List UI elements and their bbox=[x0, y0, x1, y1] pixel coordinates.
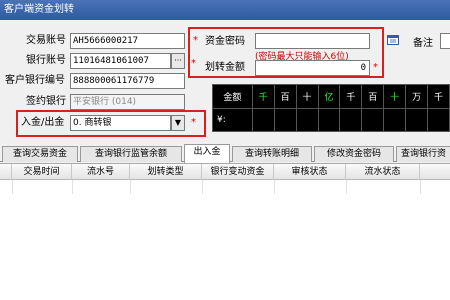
column-header-empty bbox=[420, 164, 450, 180]
bank-account-browse-button[interactable]: ··· bbox=[171, 53, 185, 69]
amount-grid-cell bbox=[339, 107, 363, 132]
trade-account-field[interactable]: AH5666000217 bbox=[70, 33, 185, 49]
trade-account-label: 交易账号 bbox=[26, 35, 66, 46]
fund-password-label: 资金密码 bbox=[205, 36, 245, 47]
column-header-transfer-type[interactable]: 划转类型 bbox=[130, 164, 202, 180]
direction-select[interactable]: 0. 商转银 bbox=[70, 115, 171, 131]
remark-field[interactable] bbox=[440, 33, 450, 49]
direction-label: 入金/出金 bbox=[21, 117, 65, 128]
amount-grid-cell bbox=[361, 107, 385, 132]
column-header-trade-time[interactable]: 交易时间 bbox=[12, 164, 72, 180]
amount-grid-digit: 亿 bbox=[317, 84, 341, 109]
tab-query-bank-funds[interactable]: 查询银行资 bbox=[396, 146, 450, 162]
contract-bank-field: 平安银行 (014) bbox=[70, 94, 185, 110]
direction-required-mark: * bbox=[191, 117, 196, 128]
column-divider bbox=[12, 180, 13, 194]
direction-dropdown-button[interactable]: ▼ bbox=[171, 115, 185, 131]
table-header: 交易时间 流水号 划转类型 银行变动资金 审核状态 流水状态 bbox=[0, 164, 450, 180]
contract-bank-label: 签约银行 bbox=[26, 96, 66, 107]
amount-grid-header-label: 金额 bbox=[212, 84, 253, 109]
amount-grid-cell bbox=[295, 107, 319, 132]
column-divider bbox=[72, 180, 73, 194]
tab-query-bank-balance[interactable]: 查询银行监管余额 bbox=[80, 146, 182, 162]
amount-digit-grid: 金额 千 百 十 亿 千 百 十 万 千 ¥: bbox=[212, 84, 450, 132]
amount-grid-currency: ¥: bbox=[212, 107, 253, 132]
amount-grid-cell bbox=[273, 107, 297, 132]
amount-required-mark-right: * bbox=[373, 62, 378, 73]
customer-bank-no-field[interactable]: 888800061176779 bbox=[70, 73, 185, 89]
tab-query-trade-funds[interactable]: 查询交易资金 bbox=[2, 146, 78, 162]
amount-grid-digit: 万 bbox=[405, 84, 429, 109]
column-divider bbox=[274, 180, 275, 194]
amount-required-mark-left: * bbox=[191, 58, 196, 69]
amount-grid-digit: 千 bbox=[427, 84, 450, 109]
window-title: 客户端资金划转 bbox=[0, 0, 450, 20]
column-divider bbox=[346, 180, 347, 194]
transfer-amount-field[interactable]: 0 bbox=[255, 60, 370, 76]
column-header-review-status[interactable]: 审核状态 bbox=[274, 164, 346, 180]
amount-grid-cell bbox=[383, 107, 407, 132]
remark-label: 备注 bbox=[413, 38, 433, 49]
tab-change-fund-password[interactable]: 修改资金密码 bbox=[314, 146, 394, 162]
column-divider bbox=[420, 180, 421, 194]
amount-grid-digit: 十 bbox=[383, 84, 407, 109]
amount-grid-digit: 百 bbox=[361, 84, 385, 109]
amount-grid-cell bbox=[405, 107, 429, 132]
transfer-amount-label: 划转金额 bbox=[205, 62, 245, 73]
tab-deposit-withdraw[interactable]: 出入金 bbox=[184, 144, 230, 163]
bank-account-field[interactable]: 11016481061007 bbox=[70, 53, 171, 69]
bank-account-label: 银行账号 bbox=[26, 55, 66, 66]
amount-grid-digit: 千 bbox=[339, 84, 363, 109]
tab-bar: 查询交易资金 查询银行监管余额 出入金 查询转账明细 修改资金密码 查询银行资 bbox=[0, 144, 450, 163]
tab-query-transfer-detail[interactable]: 查询转账明细 bbox=[232, 146, 312, 162]
column-header-serial-no[interactable]: 流水号 bbox=[72, 164, 130, 180]
amount-grid-cell bbox=[427, 107, 450, 132]
column-divider bbox=[130, 180, 131, 194]
amount-grid-cell bbox=[317, 107, 341, 132]
amount-grid-digit: 百 bbox=[273, 84, 297, 109]
amount-grid-digit: 十 bbox=[295, 84, 319, 109]
password-required-mark: * bbox=[193, 35, 198, 46]
amount-grid-digit: 千 bbox=[251, 84, 275, 109]
amount-grid-cell bbox=[251, 107, 275, 132]
table-row-selector-header bbox=[0, 164, 12, 180]
column-header-bank-change[interactable]: 银行变动资金 bbox=[202, 164, 274, 180]
column-divider bbox=[202, 180, 203, 194]
fund-password-field[interactable] bbox=[255, 33, 370, 49]
customer-bank-no-label: 客户银行编号 bbox=[5, 75, 65, 86]
column-header-flow-status[interactable]: 流水状态 bbox=[346, 164, 420, 180]
calendar-icon[interactable] bbox=[387, 34, 399, 45]
transfer-table: 交易时间 流水号 划转类型 银行变动资金 审核状态 流水状态 bbox=[0, 163, 450, 300]
chevron-down-icon: ▼ bbox=[174, 118, 182, 127]
